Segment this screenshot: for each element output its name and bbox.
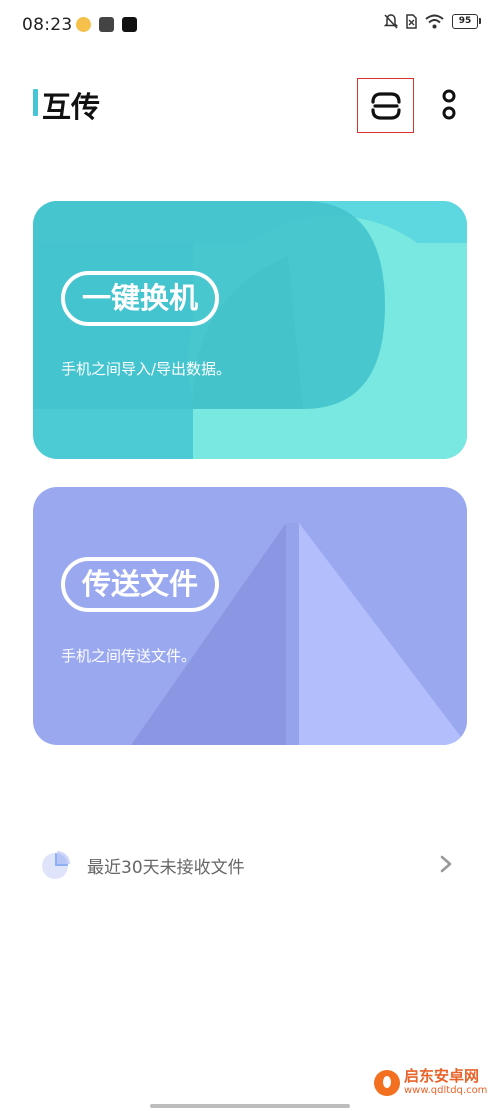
chevron-right-icon (440, 855, 452, 873)
recent-files-row[interactable]: 最近30天未接收文件 (0, 835, 500, 895)
mail-icon (99, 17, 114, 32)
phone-switch-description: 手机之间导入/导出数据。 (61, 360, 232, 378)
tiktok-icon (122, 17, 137, 32)
notification-icons (76, 17, 137, 32)
more-button[interactable] (434, 86, 464, 126)
sim-off-icon (406, 14, 417, 29)
status-icons: 95 (384, 14, 481, 29)
scan-button[interactable] (357, 78, 414, 133)
watermark-title: 启东安卓网 (404, 1067, 480, 1085)
battery-icon: 95 (452, 14, 481, 29)
status-bar: 08:23 95 (0, 0, 500, 54)
more-icon (442, 89, 456, 120)
phone-switch-label: 一键换机 (61, 271, 220, 326)
phone-switch-card[interactable]: 一键换机 手机之间导入/导出数据。 (33, 201, 467, 459)
file-transfer-description: 手机之间传送文件。 (61, 647, 197, 665)
recent-files-label: 最近30天未接收文件 (87, 858, 245, 878)
home-indicator[interactable] (150, 1104, 350, 1108)
card-background (33, 201, 467, 459)
mute-icon (384, 14, 398, 29)
weibo-icon (76, 17, 91, 32)
watermark-url: www.qdltdq.com (404, 1085, 488, 1096)
file-transfer-card[interactable]: 传送文件 手机之间传送文件。 (33, 487, 467, 745)
scan-icon (371, 92, 401, 120)
page-title: 互传 (42, 90, 101, 124)
file-transfer-label: 传送文件 (61, 557, 220, 612)
pie-chart-icon (42, 851, 70, 879)
watermark-logo-icon (374, 1069, 400, 1096)
app-header: 互传 (0, 78, 500, 134)
status-time: 08:23 (22, 15, 73, 35)
title-accent-bar (33, 89, 38, 116)
card-background (33, 487, 467, 745)
wifi-icon (425, 14, 444, 29)
site-watermark: 启东安卓网 www.qdltdq.com (374, 1068, 487, 1097)
